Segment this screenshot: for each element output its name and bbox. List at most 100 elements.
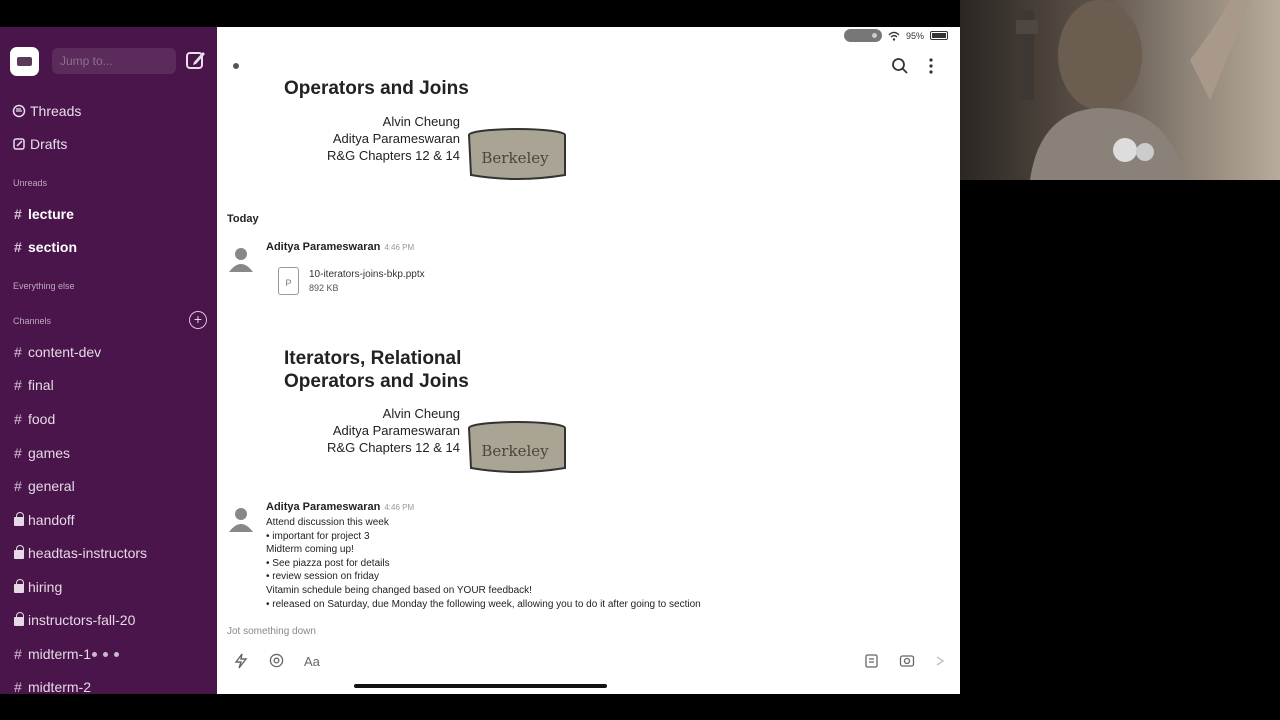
svg-text:Berkeley: Berkeley (481, 442, 549, 460)
slide-author: Aditya Parameswaran (332, 423, 460, 438)
sidebar-item-label: Drafts (30, 136, 68, 152)
compose-icon[interactable] (185, 49, 207, 71)
message-line: Attend discussion this week (266, 517, 389, 528)
screen-record-icon (843, 29, 882, 42)
channel-label: headtas-instructors (28, 545, 148, 561)
message-author[interactable]: Aditya Parameswaran 4:46 PM (266, 241, 414, 253)
sidebar-item-content-dev[interactable]: # content-dev (14, 344, 101, 360)
format-text-button[interactable]: Aa (304, 654, 320, 669)
more-options-icon[interactable] (927, 57, 935, 75)
threads-icon (12, 104, 26, 118)
sidebar-item-section[interactable]: # section (14, 239, 77, 255)
file-name[interactable]: 10-iterators-joins-bkp.pptx (309, 269, 425, 280)
hash-icon: # (14, 377, 22, 393)
sidebar-item-lecture[interactable]: # lecture (14, 206, 74, 222)
slide-chapters: R&G Chapters 12 & 14 (327, 148, 460, 163)
section-unreads: Unreads (13, 178, 48, 188)
channel-label: midterm-1 (28, 646, 92, 662)
berkeley-logo: Berkeley (468, 421, 566, 473)
message-pane: 95% Operators and Joins Alvin Cheung Adi… (217, 27, 960, 694)
hash-icon: # (14, 445, 22, 461)
home-indicator (354, 684, 607, 688)
camera-icon[interactable] (899, 653, 915, 669)
sidebar-item-drafts[interactable]: Drafts (12, 136, 67, 152)
message-time: 4:46 PM (384, 243, 415, 252)
attach-file-icon[interactable] (864, 653, 880, 669)
message-time: 4:46 PM (384, 503, 415, 512)
day-divider: Today (227, 213, 259, 225)
workspace-logo[interactable] (10, 47, 39, 76)
slide-authors: Alvin Cheung Aditya Parameswaran R&G Cha… (260, 405, 460, 456)
message-line: Vitamin schedule being changed based on … (266, 584, 532, 596)
sidebar-item-handoff[interactable]: handoff (14, 512, 74, 528)
jump-to-input[interactable]: Jump to... (52, 48, 176, 74)
message-body: Attend discussion this week • important … (266, 516, 701, 611)
status-dot (233, 63, 239, 69)
avatar[interactable] (228, 506, 254, 532)
hash-icon: # (14, 679, 22, 694)
slide-title-line: Iterators, Relational (284, 348, 462, 369)
channel-label: section (28, 239, 78, 255)
sidebar-item-hiring[interactable]: hiring (14, 579, 62, 595)
hash-icon: # (14, 411, 22, 427)
message-line: Midterm coming up! (266, 544, 354, 556)
battery-icon (930, 31, 948, 40)
add-channel-icon[interactable]: + (189, 311, 207, 329)
channel-label: hiring (28, 579, 63, 595)
webcam-feed (960, 0, 1280, 180)
sidebar-item-midterm-1[interactable]: # midterm-1 (14, 646, 91, 662)
channel-label: handoff (28, 512, 75, 528)
hash-icon: # (14, 478, 22, 494)
file-size: 892 KB (309, 283, 339, 293)
send-icon[interactable] (935, 653, 945, 669)
sidebar-item-instructors-fall-20[interactable]: instructors-fall-20 (14, 612, 135, 628)
channel-label: midterm-2 (28, 679, 92, 694)
channel-label: lecture (28, 206, 74, 222)
hash-icon: # (14, 206, 22, 222)
sidebar-item-midterm-2[interactable]: # midterm-2 (14, 679, 91, 694)
status-bar: 95% (843, 29, 948, 42)
battery-percent: 95% (905, 30, 924, 41)
section-channels[interactable]: Channels (13, 316, 51, 326)
message-line: • released on Saturday, due Monday the f… (266, 598, 701, 610)
channel-label: instructors-fall-20 (28, 612, 136, 628)
shortcuts-lightning-icon[interactable] (234, 653, 248, 669)
section-everything-else: Everything else (13, 281, 75, 291)
sidebar-item-label: Threads (30, 103, 82, 119)
sidebar-item-final[interactable]: # final (14, 377, 54, 393)
message-line: • important for project 3 (266, 530, 370, 542)
channel-label: games (28, 445, 71, 461)
pptx-file-icon[interactable]: P (278, 267, 299, 295)
message-line: • See piazza post for details (266, 557, 390, 569)
lock-icon (14, 545, 24, 559)
author-name[interactable]: Aditya Parameswaran (266, 501, 380, 513)
channel-label: food (28, 411, 56, 427)
presenter-video (1016, 0, 1250, 180)
author-name[interactable]: Aditya Parameswaran (266, 241, 380, 253)
lock-icon (14, 512, 24, 526)
berkeley-logo: Berkeley (468, 128, 566, 180)
lock-icon (14, 579, 24, 593)
hash-icon: # (14, 646, 22, 662)
sidebar-item-threads[interactable]: Threads (12, 103, 81, 119)
typing-indicator (92, 652, 119, 657)
channel-label: final (28, 377, 54, 393)
sidebar-item-games[interactable]: # games (14, 445, 70, 461)
search-icon[interactable] (891, 57, 909, 75)
sidebar-item-headtas-instructors[interactable]: headtas-instructors (14, 545, 147, 561)
slide-title-line: Operators and Joins (284, 371, 469, 392)
hash-icon: # (14, 239, 22, 255)
sidebar-item-food[interactable]: # food (14, 411, 55, 427)
slide-title-partial: Operators and Joins (284, 78, 469, 99)
sidebar-item-general[interactable]: # general (14, 478, 75, 494)
slide-author: Alvin Cheung (382, 114, 460, 129)
avatar[interactable] (228, 246, 254, 272)
slide-author: Alvin Cheung (382, 406, 460, 421)
drafts-icon (13, 138, 25, 150)
mention-icon[interactable] (269, 653, 284, 668)
channel-label: content-dev (28, 344, 102, 360)
message-input[interactable]: Jot something down (227, 626, 316, 637)
slide-chapters: R&G Chapters 12 & 14 (327, 440, 460, 455)
svg-text:Berkeley: Berkeley (481, 149, 549, 167)
message-author[interactable]: Aditya Parameswaran 4:46 PM (266, 501, 414, 513)
